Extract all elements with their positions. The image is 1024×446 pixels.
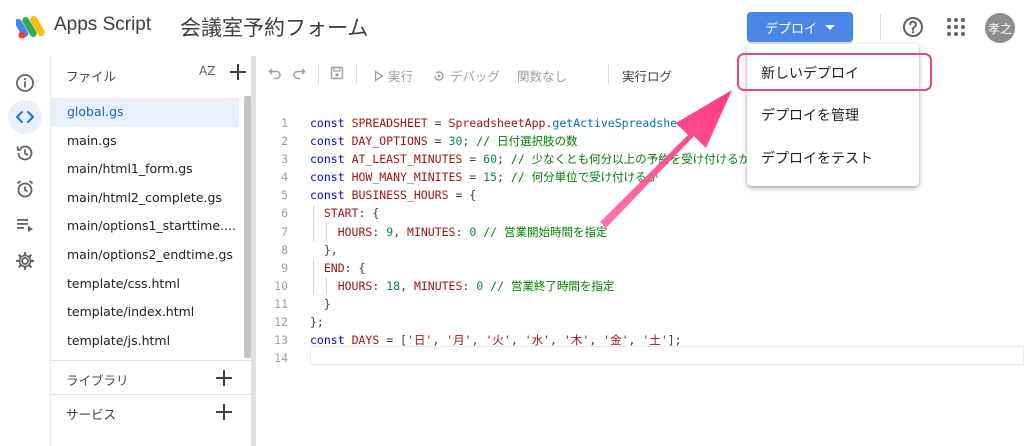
gear-icon [15, 251, 35, 271]
line-number: 6 [281, 206, 288, 221]
run-button[interactable]: 実行 [374, 66, 413, 85]
redo-button[interactable] [292, 66, 306, 80]
services-label: サービス [66, 407, 117, 422]
deploy-button[interactable]: デプロイ [747, 12, 853, 42]
line-number: 12 [274, 315, 288, 330]
code-line: const HOW_MANY_MINITES = 15; // 何分単位で受け付… [310, 170, 659, 185]
code-line: }; [310, 315, 324, 330]
debug-label: デバッグ [450, 69, 501, 84]
executions-button[interactable] [8, 136, 42, 170]
left-nav-rail [0, 56, 51, 446]
code-line: HOURS: 9, MINUTES: 0 // 営業開始時間を指定 [337, 224, 608, 239]
file-list: global.gs main.gs main/html1_form.gs mai… [51, 98, 243, 355]
project-title[interactable]: 会議室予約フォーム [180, 12, 368, 42]
libraries-section[interactable]: ライブラリ [51, 360, 251, 395]
line-number: 14 [274, 351, 288, 366]
editor-button[interactable] [8, 100, 42, 134]
undo-button[interactable] [268, 66, 282, 80]
code-icon [16, 111, 34, 123]
debug-button[interactable]: デバッグ [432, 66, 500, 85]
menu-item-test-deployments[interactable]: デプロイをテスト [761, 148, 873, 168]
deploy-button-label: デプロイ [764, 21, 817, 37]
file-panel-header: ファイル AZ [51, 56, 251, 90]
help-icon[interactable] [900, 14, 926, 40]
line-number: 5 [281, 188, 288, 203]
settings-button[interactable] [8, 244, 42, 278]
file-item-js-html[interactable]: template/js.html [51, 327, 239, 356]
file-item-main-gs[interactable]: main.gs [51, 127, 239, 156]
file-item-html1-form[interactable]: main/html1_form.gs [51, 155, 239, 184]
avatar[interactable]: 孝之 [985, 13, 1015, 43]
history-icon [16, 145, 33, 161]
executions-list-button[interactable] [8, 208, 42, 242]
file-item-global-gs[interactable]: global.gs [51, 98, 239, 127]
function-select-label: 関数なし [517, 69, 568, 84]
save-icon [330, 66, 344, 80]
file-item-css-html[interactable]: template/css.html [51, 270, 239, 299]
toolbar-divider [608, 64, 609, 84]
playlist-icon [17, 219, 33, 232]
file-panel: ファイル AZ global.gs main.gs main/html1_for… [51, 56, 251, 446]
files-title: ファイル [66, 69, 117, 84]
code-line: const AT_LEAST_MINUTES = 60; // 少なくとも何分以… [310, 152, 751, 167]
undo-icon [268, 68, 281, 80]
add-service-plus-icon[interactable] [213, 401, 235, 423]
menu-item-manage-deployments[interactable]: デプロイを管理 [761, 105, 859, 125]
execution-log-label: 実行ログ [622, 69, 673, 84]
annotation-highlight-box [737, 53, 932, 91]
libraries-label: ライブラリ [66, 373, 129, 388]
file-item-html2-complete[interactable]: main/html2_complete.gs [51, 184, 239, 213]
app-name: Apps Script [54, 14, 152, 35]
sort-az-icon[interactable]: AZ [199, 64, 215, 78]
function-select[interactable]: 関数なし [517, 66, 567, 85]
info-icon [16, 74, 34, 92]
line-number: 7 [281, 224, 288, 239]
code-line: START: { [323, 206, 380, 221]
code-line: }, [323, 242, 338, 257]
execution-log-button[interactable]: 実行ログ [622, 66, 672, 85]
run-label: 実行 [388, 69, 414, 84]
line-number: 3 [281, 152, 288, 167]
play-icon [374, 69, 384, 82]
redo-icon [293, 68, 306, 80]
line-number: 9 [281, 260, 288, 275]
header-divider [880, 14, 881, 40]
line-number: 10 [274, 278, 288, 293]
toolbar-divider [318, 64, 319, 84]
code-line: const BUSINESS_HOURS = { [310, 188, 477, 203]
code-line: const SPREADSHEET = SpreadsheetApp.getAc… [310, 116, 712, 130]
code-line: HOURS: 18, MINUTES: 0 // 営業終了時間を指定 [337, 278, 615, 293]
file-item-options1-starttime[interactable]: main/options1_starttime.... [51, 212, 239, 241]
code-line: } [323, 296, 331, 311]
save-button[interactable] [330, 66, 344, 80]
code-line: END: { [323, 260, 366, 275]
services-section[interactable]: サービス [51, 394, 251, 429]
line-number: 11 [274, 296, 288, 311]
toolbar-divider [356, 64, 357, 84]
triggers-button[interactable] [8, 172, 42, 206]
alarm-clock-icon [16, 180, 34, 198]
caret-down-icon [825, 24, 835, 30]
line-number: 1 [281, 116, 288, 130]
add-file-plus-icon[interactable] [227, 61, 249, 83]
google-apps-grid-icon[interactable] [946, 17, 966, 37]
overview-button[interactable] [8, 66, 42, 100]
file-item-index-html[interactable]: template/index.html [51, 298, 239, 327]
line-number: 2 [281, 134, 288, 149]
debug-icon [434, 70, 444, 81]
code-line: const DAYS = ['日', '月', '火', '水', '木', '… [310, 333, 682, 348]
line-number-gutter: 1 2 3 4 5 6 7 8 9 10 11 12 13 14 [256, 114, 288, 367]
apps-script-logo-icon [16, 16, 45, 39]
line-number: 13 [274, 333, 288, 348]
add-library-plus-icon[interactable] [213, 367, 235, 389]
code-lines[interactable]: const SPREADSHEET = SpreadsheetApp.getAc… [310, 114, 750, 367]
line-number: 8 [281, 242, 288, 257]
file-list-scrollbar[interactable] [244, 96, 251, 358]
file-item-options2-endtime[interactable]: main/options2_endtime.gs [51, 241, 239, 270]
code-line: const DAY_OPTIONS = 30; // 日付選択肢の数 [310, 134, 578, 149]
line-number: 4 [281, 170, 288, 185]
